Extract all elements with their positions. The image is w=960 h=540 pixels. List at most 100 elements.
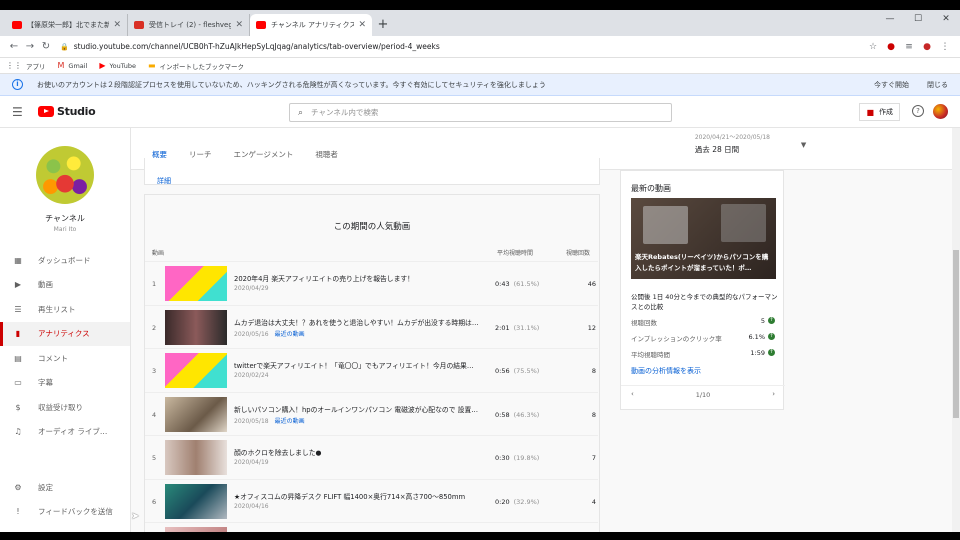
close-tab-icon[interactable]: ✕: [358, 20, 366, 30]
sidebar-item-videos[interactable]: ▶ 動画: [0, 273, 130, 298]
browser-tab-2[interactable]: 受信トレイ (2) - fleshvegetables@ ✕: [128, 14, 250, 36]
duration-pct: (46.3%): [513, 410, 540, 419]
sidebar-item-dashboard[interactable]: ▦ ダッシュボード: [0, 248, 130, 273]
browser-tab-3[interactable]: チャンネル アナリティクス - YouTube ✕: [250, 14, 372, 36]
details-link[interactable]: 詳細: [157, 176, 171, 186]
media-icon[interactable]: ≡: [900, 42, 918, 52]
close-tab-icon[interactable]: ✕: [235, 20, 243, 30]
channel-name: チャンネル: [45, 214, 85, 223]
table-row[interactable]: 3 twitterで楽天アフィリエイト！「竜〇〇」でもアフィリエイト！今月の結果…: [144, 348, 598, 392]
close-infobar-button[interactable]: 閉じる: [927, 80, 948, 90]
extension-icon[interactable]: ●: [882, 42, 900, 52]
video-thumbnail[interactable]: [165, 309, 227, 345]
close-window-icon[interactable]: ✕: [932, 10, 960, 28]
channel-owner: Mari Ito: [53, 226, 77, 233]
video-title[interactable]: twitterで楽天アフィリエイト！「竜〇〇」でもアフィリエイト！今月の結果はこ…: [234, 360, 479, 370]
back-arrow-icon[interactable]: ←: [6, 41, 22, 52]
sidebar-item-audio-library[interactable]: ♫ オーディオ ライブ…: [0, 420, 130, 445]
sidebar-item-label: フィードバックを送信: [38, 507, 113, 517]
create-button[interactable]: ■ 作成: [859, 103, 900, 121]
bookmark-gmail[interactable]: M Gmail: [58, 61, 88, 70]
view-video-analytics-link[interactable]: 動画の分析情報を表示: [631, 366, 701, 376]
popular-videos-title: この期間の人気動画: [333, 222, 411, 232]
stat-ctr: インプレッションのクリック率 6.1% ↑: [631, 333, 775, 343]
sidebar-item-playlists[interactable]: ☰ 再生リスト: [0, 297, 130, 322]
studio-logo[interactable]: Studio: [38, 105, 96, 118]
video-thumbnail[interactable]: [165, 440, 227, 475]
gmail-icon: M: [57, 61, 65, 70]
scrollbar-thumb[interactable]: [953, 250, 959, 418]
video-title[interactable]: 新しいパソコン購入！hpのオールインワンパソコン 電磁波が心配なので 設置す…: [234, 404, 479, 414]
latest-video-comparison: 公開後 1日 40分と今までの典型的なパフォーマンスとの比較: [631, 293, 778, 311]
video-title[interactable]: ★オフィスコムの昇降デスク FLIFT 幅1400×奥行714×高さ700～85…: [234, 491, 479, 501]
video-title[interactable]: 2020年4月 楽天アフィリエイトの売り上げを報告します！: [234, 273, 479, 283]
close-tab-icon[interactable]: ✕: [113, 20, 121, 30]
video-date-line: 2020/05/16 最近の動画: [234, 329, 305, 338]
star-icon[interactable]: ☆: [864, 42, 882, 52]
views-count: 46: [587, 280, 596, 288]
video-thumbnail[interactable]: [165, 483, 227, 519]
bookmark-apps[interactable]: ⋮⋮ アプリ: [6, 61, 46, 71]
sidebar-item-settings[interactable]: ⚙ 設定: [0, 475, 130, 500]
sidebar-item-subtitles[interactable]: ▭ 字幕: [0, 371, 130, 396]
address-bar[interactable]: 🔒 studio.youtube.com/channel/UCB0hT-hZuA…: [60, 39, 858, 55]
new-tab-button[interactable]: +: [372, 14, 394, 36]
video-thumbnail[interactable]: [165, 353, 227, 388]
sidebar-item-analytics[interactable]: ▮ アナリティクス: [0, 321, 130, 346]
table-row[interactable]: 6 ★オフィスコムの昇降デスク FLIFT 幅1400×奥行714×高さ700～…: [144, 478, 598, 523]
browser-tab-1[interactable]: 【篠原栄一郎】北でまた新たな動き！ ✕: [6, 14, 128, 36]
stat-label: 視聴回数: [631, 319, 657, 327]
chevron-left-icon[interactable]: ‹: [631, 390, 634, 398]
bookmarks-bar: ⋮⋮ アプリ M Gmail ▶ YouTube ▬ インポートしたブックマーク: [0, 58, 960, 74]
video-thumbnail[interactable]: [165, 527, 227, 532]
hamburger-menu-icon[interactable]: ☰: [12, 105, 34, 119]
sidebar-item-label: アナリティクス: [38, 329, 90, 339]
dropdown-arrow-icon: ▼: [800, 141, 807, 149]
bookmark-imported[interactable]: ▬ インポートしたブックマーク: [148, 61, 244, 71]
account-avatar[interactable]: [933, 104, 948, 119]
video-title[interactable]: 顔のホクロを除去しました●: [234, 447, 479, 457]
menu-dots-icon[interactable]: ⋮: [936, 42, 954, 52]
sidebar-item-comments[interactable]: ▤ コメント: [0, 346, 130, 371]
bookmark-youtube[interactable]: ▶ YouTube: [99, 61, 136, 70]
reload-icon[interactable]: ↻: [38, 41, 54, 52]
chevron-right-icon[interactable]: ›: [772, 390, 775, 398]
maximize-icon[interactable]: ☐: [904, 10, 932, 28]
table-row[interactable]: 4 新しいパソコン購入！hpのオールインワンパソコン 電磁波が心配なので 設置す…: [144, 391, 598, 436]
avg-duration: 2:01 (31.1%): [495, 324, 539, 332]
stat-avg-duration: 平均視聴時間 1:59 ↑: [631, 349, 775, 359]
sidebar-item-feedback[interactable]: ! フィードバックを送信: [0, 500, 130, 525]
sidebar-item-monetization[interactable]: $ 収益受け取り: [0, 395, 130, 420]
avg-duration: 0:58 (46.3%): [495, 411, 539, 419]
video-date: 2020/02/24: [234, 372, 269, 379]
channel-search-input[interactable]: ⌕ チャンネル内で検索: [289, 103, 672, 122]
video-thumbnail[interactable]: [165, 266, 227, 301]
duration-pct: (32.9%): [513, 497, 540, 506]
video-thumbnail[interactable]: [165, 396, 227, 432]
page-scrollbar[interactable]: [952, 128, 960, 532]
video-title[interactable]: ムカデ退治は大丈夫！？あれを使うと退治しやすい！ムカデが出没する時期は…: [234, 317, 479, 327]
help-icon[interactable]: ?: [912, 105, 924, 117]
table-row-partial[interactable]: [144, 522, 598, 532]
table-row[interactable]: 5 顔のホクロを除去しました● 2020/04/19 0:30 (19.8%) 7: [144, 435, 598, 479]
table-row[interactable]: 2 ムカデ退治は大丈夫！？あれを使うと退治しやすい！ムカデが出没する時期は… 2…: [144, 304, 598, 349]
sidebar-item-label: 字幕: [38, 378, 53, 388]
latest-video-thumbnail[interactable]: 楽天Rebates(リーベイツ)からパソコンを購入したらポイントが溜まっていた！…: [631, 198, 776, 279]
duration-value: 0:30: [495, 454, 510, 462]
profile-avatar-icon[interactable]: ●: [918, 42, 936, 52]
duration-pct: (19.8%): [513, 454, 540, 462]
row-rank: 4: [152, 410, 157, 419]
duration-value: 0:20: [495, 497, 510, 506]
duration-pct: (75.5%): [513, 367, 540, 375]
video-date: 2020/04/19: [234, 459, 269, 466]
dashboard-icon: ▦: [14, 255, 22, 265]
minimize-icon[interactable]: —: [876, 10, 904, 28]
video-date: 2020/05/18: [234, 417, 269, 425]
channel-avatar[interactable]: [36, 146, 94, 204]
date-range-picker[interactable]: 2020/04/21～2020/05/18 過去 28 日間 ▼: [695, 132, 806, 155]
start-now-button[interactable]: 今すぐ開始: [874, 80, 909, 90]
logo-text: Studio: [57, 105, 96, 118]
table-row[interactable]: 1 2020年4月 楽天アフィリエイトの売り上げを報告します！ 2020/04/…: [144, 261, 598, 305]
sidebar-item-label: 設定: [38, 482, 53, 492]
forward-arrow-icon[interactable]: →: [22, 41, 38, 52]
